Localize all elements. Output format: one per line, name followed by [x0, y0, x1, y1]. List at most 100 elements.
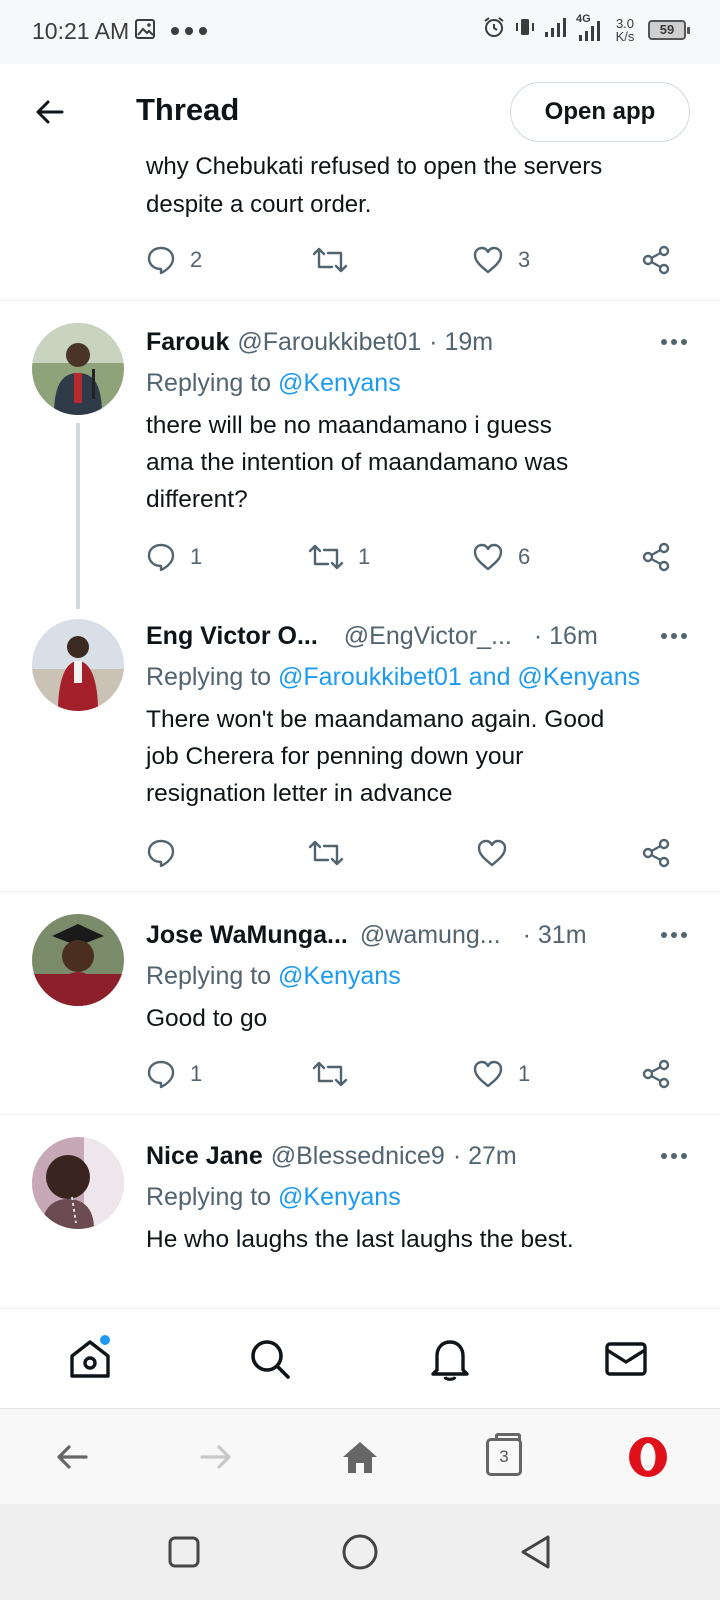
reply-button[interactable]: 2 — [146, 240, 202, 280]
display-name[interactable]: Farouk — [146, 328, 229, 357]
share-icon — [642, 542, 670, 572]
vibrate-icon — [514, 16, 536, 43]
browser-forward-button[interactable] — [192, 1433, 240, 1481]
mention-link[interactable]: @Kenyans — [278, 369, 401, 397]
timestamp[interactable]: · 31m — [523, 921, 587, 950]
ellipsis-icon — [661, 932, 687, 938]
tweet-header: Eng Victor O... @EngVictor_... · 16m — [146, 619, 666, 653]
reply-count: 1 — [190, 1061, 203, 1086]
display-name[interactable]: Eng Victor O... — [146, 622, 318, 651]
bell-icon — [431, 1340, 469, 1381]
mail-icon — [605, 1342, 647, 1376]
like-button[interactable]: 3 — [472, 240, 530, 280]
arrow-left-icon — [57, 1445, 88, 1469]
recents-button[interactable] — [164, 1532, 204, 1572]
reply-button[interactable]: 1 — [146, 1054, 202, 1094]
share-button[interactable] — [640, 833, 672, 873]
handle[interactable]: @Blessednice9 — [271, 1142, 445, 1171]
browser-back-button[interactable] — [48, 1433, 96, 1481]
share-button[interactable] — [640, 1054, 672, 1094]
mention-link[interactable]: @Kenyans — [278, 1183, 401, 1211]
more-options-button[interactable] — [658, 1139, 690, 1173]
tweet-text: He who laughs the last laughs the best. — [146, 1226, 574, 1253]
thread-feed[interactable]: why Chebukati refused to open the server… — [0, 156, 720, 1308]
share-button[interactable] — [640, 240, 672, 280]
retweet-icon — [308, 840, 344, 866]
mention-link[interactable]: @Faroukkibet01 and @Kenyans — [278, 663, 640, 691]
avatar[interactable] — [32, 323, 124, 415]
tweet-item[interactable]: Farouk @Faroukkibet01 · 19m Replying to … — [0, 301, 720, 609]
browser-home-button[interactable] — [336, 1433, 384, 1481]
share-icon — [642, 838, 670, 868]
browser-tabs-button[interactable]: 3 — [480, 1433, 528, 1481]
reply-count: 1 — [190, 544, 203, 569]
triangle-back-icon — [521, 1535, 550, 1569]
tweet-actions — [146, 833, 686, 873]
tweet-item[interactable]: Eng Victor O... @EngVictor_... · 16m Rep… — [0, 599, 720, 891]
timestamp[interactable]: · 19m — [429, 328, 493, 357]
tweet-text: Good to go — [146, 1005, 268, 1032]
like-count: 6 — [518, 544, 531, 569]
opera-menu-button[interactable] — [624, 1433, 672, 1481]
avatar[interactable] — [32, 914, 124, 1006]
search-icon — [251, 1340, 290, 1379]
network-speed: 3.0 K/s — [615, 15, 635, 44]
timestamp[interactable]: · 27m — [453, 1142, 517, 1171]
circle-icon — [342, 1534, 378, 1570]
square-icon — [168, 1536, 200, 1568]
back-button[interactable] — [30, 92, 70, 132]
reply-button[interactable] — [146, 833, 190, 873]
retweet-button[interactable] — [312, 240, 348, 280]
tab-home[interactable] — [64, 1333, 116, 1385]
system-home-button[interactable] — [340, 1532, 380, 1572]
notification-dot — [100, 1335, 110, 1345]
home-filled-icon — [343, 1442, 377, 1473]
avatar[interactable] — [32, 1137, 124, 1229]
alarm-icon — [482, 15, 506, 44]
system-back-button[interactable] — [516, 1532, 556, 1572]
tweet-item[interactable]: Nice Jane @Blessednice9 · 27m Replying t… — [0, 1115, 720, 1308]
handle[interactable]: @wamung... — [360, 921, 501, 950]
heart-icon — [473, 1060, 503, 1088]
tab-search[interactable] — [244, 1333, 296, 1385]
display-name[interactable]: Nice Jane — [146, 1142, 263, 1171]
share-icon — [642, 245, 670, 275]
mention-link[interactable]: @Kenyans — [278, 962, 401, 990]
more-options-button[interactable] — [658, 325, 690, 359]
open-app-button[interactable]: Open app — [510, 82, 690, 142]
tweet-item[interactable]: Jose WaMunga... @wamung... · 31m Replyin… — [0, 892, 720, 1114]
reply-icon — [147, 246, 175, 275]
like-button[interactable] — [476, 833, 522, 873]
tab-notifications[interactable] — [424, 1333, 476, 1385]
more-options-button[interactable] — [658, 918, 690, 952]
like-count: 3 — [518, 247, 531, 272]
tweet-actions: 1 1 — [146, 1054, 686, 1094]
timestamp[interactable]: · 16m — [534, 622, 598, 651]
ellipsis-icon — [661, 1153, 687, 1159]
share-button[interactable] — [640, 537, 672, 577]
signal-icon — [544, 16, 568, 43]
tweet-header: Nice Jane @Blessednice9 · 27m — [146, 1139, 666, 1173]
display-name[interactable]: Jose WaMunga... — [146, 921, 348, 950]
reply-count: 2 — [190, 247, 203, 272]
like-button[interactable]: 1 — [472, 1054, 530, 1094]
retweet-icon — [312, 1061, 348, 1087]
tweet-text: there will be no maandamano i guess ama … — [146, 412, 569, 513]
avatar[interactable] — [32, 619, 124, 711]
more-options-button[interactable] — [658, 619, 690, 653]
handle[interactable]: @EngVictor_... — [344, 622, 512, 651]
retweet-button[interactable] — [312, 1054, 362, 1094]
retweet-button[interactable] — [308, 833, 358, 873]
opera-logo-icon — [629, 1437, 667, 1477]
heart-icon — [477, 839, 507, 867]
like-button[interactable]: 6 — [472, 537, 530, 577]
battery-icon: 59 — [648, 19, 690, 40]
reply-button[interactable]: 1 — [146, 537, 202, 577]
heart-icon — [473, 246, 503, 274]
handle[interactable]: @Faroukkibet01 — [237, 328, 421, 357]
ellipsis-icon — [661, 633, 687, 639]
tab-messages[interactable] — [600, 1333, 652, 1385]
retweet-button[interactable]: 1 — [308, 537, 370, 577]
reply-icon — [147, 1060, 175, 1089]
browser-toolbar: 3 — [0, 1408, 720, 1504]
